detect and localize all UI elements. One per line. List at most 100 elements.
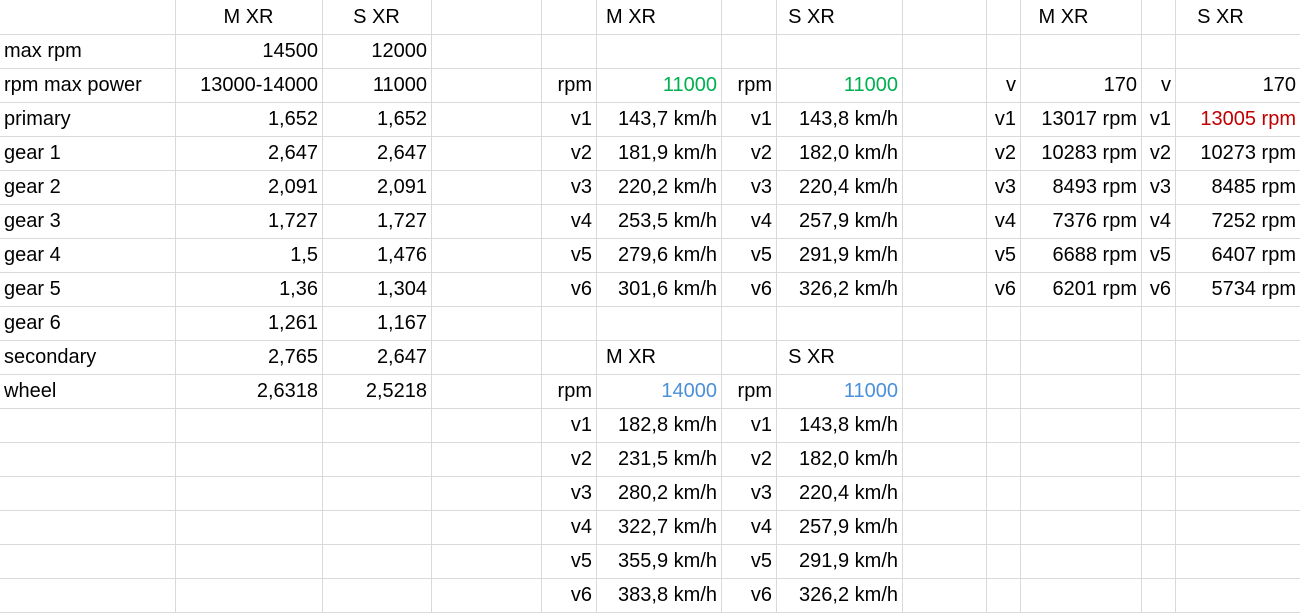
- speed-bottom-value-m[interactable]: 383,8 km/h: [596, 578, 721, 612]
- speed-bottom-title-m-xr[interactable]: M XR: [541, 340, 721, 374]
- spec-value-s-xr[interactable]: 1,167: [322, 306, 431, 340]
- speed-top-rpm-value-s[interactable]: 11000: [776, 68, 902, 102]
- spec-value-m-xr[interactable]: 2,765: [175, 340, 322, 374]
- speed-bottom-rpm-label-m[interactable]: rpm: [541, 374, 596, 408]
- speed-bottom-gear-m[interactable]: v6: [541, 578, 596, 612]
- speed-bottom-value-m[interactable]: 322,7 km/h: [596, 510, 721, 544]
- speed-bottom-gear-m[interactable]: v2: [541, 442, 596, 476]
- spec-label[interactable]: max rpm: [0, 34, 175, 68]
- speed-bottom-gear-s[interactable]: v3: [721, 476, 776, 510]
- speed-top-value-m[interactable]: 301,6 km/h: [596, 272, 721, 306]
- spec-label[interactable]: rpm max power: [0, 68, 175, 102]
- rpm-value-m[interactable]: 8493 rpm: [1020, 170, 1141, 204]
- speed-bottom-gear-m[interactable]: v1: [541, 408, 596, 442]
- speed-top-value-s[interactable]: 257,9 km/h: [776, 204, 902, 238]
- rpm-gear-s[interactable]: v5: [1141, 238, 1175, 272]
- rpm-value-m[interactable]: 13017 rpm: [1020, 102, 1141, 136]
- speed-top-value-s[interactable]: 326,2 km/h: [776, 272, 902, 306]
- speed-bottom-gear-m[interactable]: v4: [541, 510, 596, 544]
- speed-bottom-gear-m[interactable]: v5: [541, 544, 596, 578]
- speed-top-gear-s[interactable]: v1: [721, 102, 776, 136]
- speed-bottom-gear-s[interactable]: v4: [721, 510, 776, 544]
- speed-top-gear-m[interactable]: v3: [541, 170, 596, 204]
- spec-value-s-xr[interactable]: 2,647: [322, 136, 431, 170]
- spec-label[interactable]: gear 5: [0, 272, 175, 306]
- spec-label[interactable]: gear 6: [0, 306, 175, 340]
- spec-value-m-xr[interactable]: 14500: [175, 34, 322, 68]
- speed-bottom-rpm-value-m[interactable]: 14000: [596, 374, 721, 408]
- header-s-xr[interactable]: S XR: [322, 0, 431, 34]
- spec-label[interactable]: gear 4: [0, 238, 175, 272]
- speed-top-value-s[interactable]: 220,4 km/h: [776, 170, 902, 204]
- speed-bottom-value-s[interactable]: 326,2 km/h: [776, 578, 902, 612]
- speed-top-gear-s[interactable]: v5: [721, 238, 776, 272]
- speed-bottom-value-s[interactable]: 220,4 km/h: [776, 476, 902, 510]
- speed-top-gear-m[interactable]: v1: [541, 102, 596, 136]
- speed-top-gear-s[interactable]: v4: [721, 204, 776, 238]
- rpm-value-s[interactable]: 6407 rpm: [1175, 238, 1300, 272]
- spec-value-m-xr[interactable]: 2,091: [175, 170, 322, 204]
- spec-value-m-xr[interactable]: 1,261: [175, 306, 322, 340]
- rpm-gear-s[interactable]: v1: [1141, 102, 1175, 136]
- rpm-value-m[interactable]: 6201 rpm: [1020, 272, 1141, 306]
- spec-value-m-xr[interactable]: 2,6318: [175, 374, 322, 408]
- speed-bottom-gear-m[interactable]: v3: [541, 476, 596, 510]
- speed-top-gear-s[interactable]: v6: [721, 272, 776, 306]
- rpm-value-s[interactable]: 8485 rpm: [1175, 170, 1300, 204]
- rpm-gear-s[interactable]: v6: [1141, 272, 1175, 306]
- rpm-value-m[interactable]: 6688 rpm: [1020, 238, 1141, 272]
- spec-value-m-xr[interactable]: 1,727: [175, 204, 322, 238]
- speed-bottom-rpm-value-s[interactable]: 11000: [776, 374, 902, 408]
- rpm-gear-s[interactable]: v2: [1141, 136, 1175, 170]
- speed-bottom-value-s[interactable]: 182,0 km/h: [776, 442, 902, 476]
- speed-bottom-value-m[interactable]: 231,5 km/h: [596, 442, 721, 476]
- spec-value-s-xr[interactable]: 12000: [322, 34, 431, 68]
- speed-top-value-m[interactable]: 253,5 km/h: [596, 204, 721, 238]
- rpm-speed-value-m[interactable]: 170: [1020, 68, 1141, 102]
- spec-label[interactable]: gear 3: [0, 204, 175, 238]
- speed-top-gear-s[interactable]: v3: [721, 170, 776, 204]
- spec-value-m-xr[interactable]: 13000-14000: [175, 68, 322, 102]
- rpm-gear-m[interactable]: v5: [986, 238, 1020, 272]
- speed-bottom-value-s[interactable]: 143,8 km/h: [776, 408, 902, 442]
- speed-bottom-gear-s[interactable]: v2: [721, 442, 776, 476]
- speed-top-value-m[interactable]: 220,2 km/h: [596, 170, 721, 204]
- rpm-speed-value-s[interactable]: 170: [1175, 68, 1300, 102]
- spec-value-m-xr[interactable]: 1,652: [175, 102, 322, 136]
- spec-value-s-xr[interactable]: 1,652: [322, 102, 431, 136]
- speed-top-rpm-label-s[interactable]: rpm: [721, 68, 776, 102]
- rpm-speed-label-m[interactable]: v: [986, 68, 1020, 102]
- speed-top-value-m[interactable]: 143,7 km/h: [596, 102, 721, 136]
- rpm-gear-m[interactable]: v6: [986, 272, 1020, 306]
- spec-label[interactable]: secondary: [0, 340, 175, 374]
- speed-top-value-s[interactable]: 143,8 km/h: [776, 102, 902, 136]
- speed-top-gear-m[interactable]: v4: [541, 204, 596, 238]
- speed-bottom-rpm-label-s[interactable]: rpm: [721, 374, 776, 408]
- speed-top-gear-m[interactable]: v2: [541, 136, 596, 170]
- rpm-gear-s[interactable]: v3: [1141, 170, 1175, 204]
- speed-top-value-m[interactable]: 279,6 km/h: [596, 238, 721, 272]
- spec-value-s-xr[interactable]: 2,647: [322, 340, 431, 374]
- spec-value-s-xr[interactable]: 11000: [322, 68, 431, 102]
- spec-label[interactable]: primary: [0, 102, 175, 136]
- rpm-gear-m[interactable]: v1: [986, 102, 1020, 136]
- speed-top-value-m[interactable]: 181,9 km/h: [596, 136, 721, 170]
- speed-top-value-s[interactable]: 182,0 km/h: [776, 136, 902, 170]
- rpm-title-s-xr[interactable]: S XR: [1141, 0, 1300, 34]
- spec-value-s-xr[interactable]: 2,091: [322, 170, 431, 204]
- speed-bottom-gear-s[interactable]: v6: [721, 578, 776, 612]
- rpm-gear-m[interactable]: v4: [986, 204, 1020, 238]
- spec-value-s-xr[interactable]: 1,304: [322, 272, 431, 306]
- spec-label[interactable]: gear 2: [0, 170, 175, 204]
- rpm-value-m[interactable]: 10283 rpm: [1020, 136, 1141, 170]
- spec-value-s-xr[interactable]: 1,476: [322, 238, 431, 272]
- rpm-value-s[interactable]: 5734 rpm: [1175, 272, 1300, 306]
- spec-value-s-xr[interactable]: 1,727: [322, 204, 431, 238]
- speed-top-title-s-xr[interactable]: S XR: [721, 0, 902, 34]
- spec-value-m-xr[interactable]: 1,36: [175, 272, 322, 306]
- speed-top-gear-m[interactable]: v6: [541, 272, 596, 306]
- speed-top-rpm-label-m[interactable]: rpm: [541, 68, 596, 102]
- spreadsheet-grid[interactable]: M XR S XR max rpm 14500 12000 rpm max power 13…: [0, 0, 1300, 613]
- speed-top-title-m-xr[interactable]: M XR: [541, 0, 721, 34]
- spec-value-s-xr[interactable]: 2,5218: [322, 374, 431, 408]
